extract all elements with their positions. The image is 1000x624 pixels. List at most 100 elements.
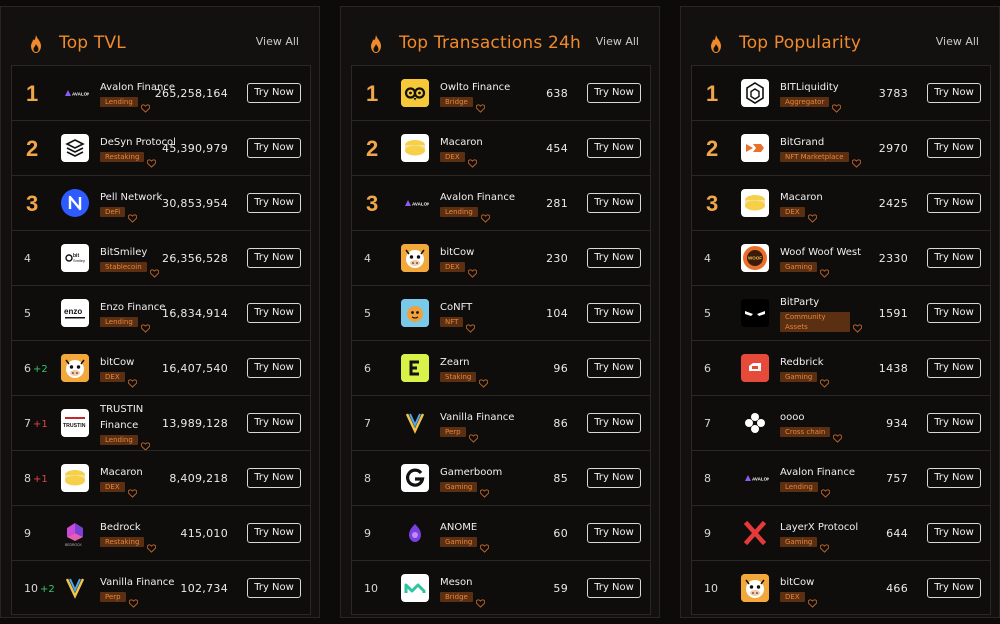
try-now-button[interactable]: Try Now xyxy=(247,248,301,268)
rank-value: 2 xyxy=(366,136,379,161)
try-now-button[interactable]: Try Now xyxy=(247,193,301,213)
rank-number: 7 +1 xyxy=(24,396,48,451)
macaron-logo-icon xyxy=(741,189,769,217)
try-now-button[interactable]: Try Now xyxy=(927,358,981,378)
project-name[interactable]: BitParty xyxy=(780,295,862,311)
try-now-button[interactable]: Try Now xyxy=(587,523,641,543)
heart-icon[interactable] xyxy=(467,153,477,168)
try-now-button[interactable]: Try Now xyxy=(247,83,301,103)
heart-icon[interactable] xyxy=(127,373,137,388)
try-now-button[interactable]: Try Now xyxy=(927,83,981,103)
heart-icon[interactable] xyxy=(140,436,150,451)
heart-icon[interactable] xyxy=(479,373,489,388)
heart-icon[interactable] xyxy=(140,318,150,333)
try-now-button[interactable]: Try Now xyxy=(247,358,301,378)
project-name[interactable]: CoNFT xyxy=(440,300,522,316)
heart-icon[interactable] xyxy=(852,318,863,333)
heart-icon[interactable] xyxy=(467,263,477,278)
heart-icon[interactable] xyxy=(851,153,861,168)
try-now-button[interactable]: Try Now xyxy=(927,248,981,268)
project-name[interactable]: Owlto Finance xyxy=(440,80,522,96)
project-name[interactable]: Bedrock xyxy=(100,520,182,536)
project-name[interactable]: Vanilla Finance xyxy=(100,575,182,591)
heart-icon[interactable] xyxy=(832,98,842,113)
heart-icon[interactable] xyxy=(475,98,486,113)
heart-icon[interactable] xyxy=(147,538,157,553)
try-now-button[interactable]: Try Now xyxy=(587,83,641,103)
project-name[interactable]: LayerX Protocol xyxy=(780,520,862,536)
project-name[interactable]: Meson xyxy=(440,575,522,591)
heart-icon[interactable] xyxy=(807,593,817,608)
try-now-button[interactable]: Try Now xyxy=(927,138,981,158)
heart-icon[interactable] xyxy=(140,98,150,113)
rank-number: 9 xyxy=(704,506,711,561)
project-name[interactable]: Macaron xyxy=(440,135,522,151)
heart-icon[interactable] xyxy=(127,483,137,498)
view-all-link[interactable]: View All xyxy=(596,35,639,48)
try-now-button[interactable]: Try Now xyxy=(927,413,981,433)
svg-text:BEDROCK: BEDROCK xyxy=(65,543,83,547)
project-name[interactable]: oooo xyxy=(780,410,862,426)
project-name[interactable]: Woof Woof West xyxy=(780,245,862,261)
try-now-button[interactable]: Try Now xyxy=(587,248,641,268)
heart-icon[interactable] xyxy=(820,373,830,388)
heart-icon[interactable] xyxy=(147,153,157,168)
rank-number: 6 xyxy=(704,341,711,396)
heart-icon[interactable] xyxy=(820,483,830,498)
project-name[interactable]: Zearn xyxy=(440,355,522,371)
category-tag: Lending xyxy=(780,482,818,492)
heart-icon[interactable] xyxy=(820,263,830,278)
desyn-logo-icon xyxy=(61,134,89,162)
view-all-link[interactable]: View All xyxy=(256,35,299,48)
view-all-link[interactable]: View All xyxy=(936,35,979,48)
try-now-button[interactable]: Try Now xyxy=(587,138,641,158)
project-name[interactable]: Vanilla Finance xyxy=(440,410,522,426)
heart-icon[interactable] xyxy=(480,483,490,498)
project-name[interactable]: bitCow xyxy=(440,245,522,261)
try-now-button[interactable]: Try Now xyxy=(927,523,981,543)
try-now-button[interactable]: Try Now xyxy=(247,523,301,543)
try-now-button[interactable]: Try Now xyxy=(247,578,301,598)
panel-title: Top TVL xyxy=(59,33,126,53)
try-now-button[interactable]: Try Now xyxy=(587,303,641,323)
heart-icon[interactable] xyxy=(468,428,478,443)
tag-line: Staking xyxy=(440,372,522,388)
try-now-button[interactable]: Try Now xyxy=(247,468,301,488)
heart-icon[interactable] xyxy=(480,538,490,553)
try-now-button[interactable]: Try Now xyxy=(587,358,641,378)
heart-icon[interactable] xyxy=(475,593,486,608)
heart-icon[interactable] xyxy=(466,318,476,333)
try-now-button[interactable]: Try Now xyxy=(927,578,981,598)
heart-icon[interactable] xyxy=(127,208,138,223)
project-name[interactable]: ANOME xyxy=(440,520,522,536)
svg-text:AVALON: AVALON xyxy=(752,477,769,482)
list-item: 2 BitGrand NFT Marketplace 2970 Try Now xyxy=(691,120,991,175)
try-now-button[interactable]: Try Now xyxy=(247,413,301,433)
try-now-button[interactable]: Try Now xyxy=(587,413,641,433)
try-now-button[interactable]: Try Now xyxy=(587,193,641,213)
project-name[interactable]: Macaron xyxy=(780,190,862,206)
category-tag: Bridge xyxy=(440,97,473,107)
heart-icon[interactable] xyxy=(807,208,817,223)
rank-number: 8 +1 xyxy=(24,451,48,506)
try-now-button[interactable]: Try Now xyxy=(247,138,301,158)
try-now-button[interactable]: Try Now xyxy=(927,303,981,323)
heart-icon[interactable] xyxy=(128,593,138,608)
project-name[interactable]: Avalon Finance xyxy=(780,465,862,481)
project-name[interactable]: Redbrick xyxy=(780,355,862,371)
project-name[interactable]: bitCow xyxy=(780,575,862,591)
try-now-button[interactable]: Try Now xyxy=(927,193,981,213)
try-now-button[interactable]: Try Now xyxy=(927,468,981,488)
try-now-button[interactable]: Try Now xyxy=(587,578,641,598)
heart-icon[interactable] xyxy=(820,538,830,553)
project-name[interactable]: Avalon Finance xyxy=(440,190,522,206)
project-name[interactable]: BitGrand xyxy=(780,135,862,151)
heart-icon[interactable] xyxy=(833,428,843,443)
project-name[interactable]: BITLiquidity xyxy=(780,80,862,96)
try-now-button[interactable]: Try Now xyxy=(587,468,641,488)
heart-icon[interactable] xyxy=(149,263,159,278)
try-now-button[interactable]: Try Now xyxy=(247,303,301,323)
heart-icon[interactable] xyxy=(480,208,490,223)
project-name[interactable]: Gamerboom xyxy=(440,465,522,481)
rank-value: 2 xyxy=(26,136,39,161)
